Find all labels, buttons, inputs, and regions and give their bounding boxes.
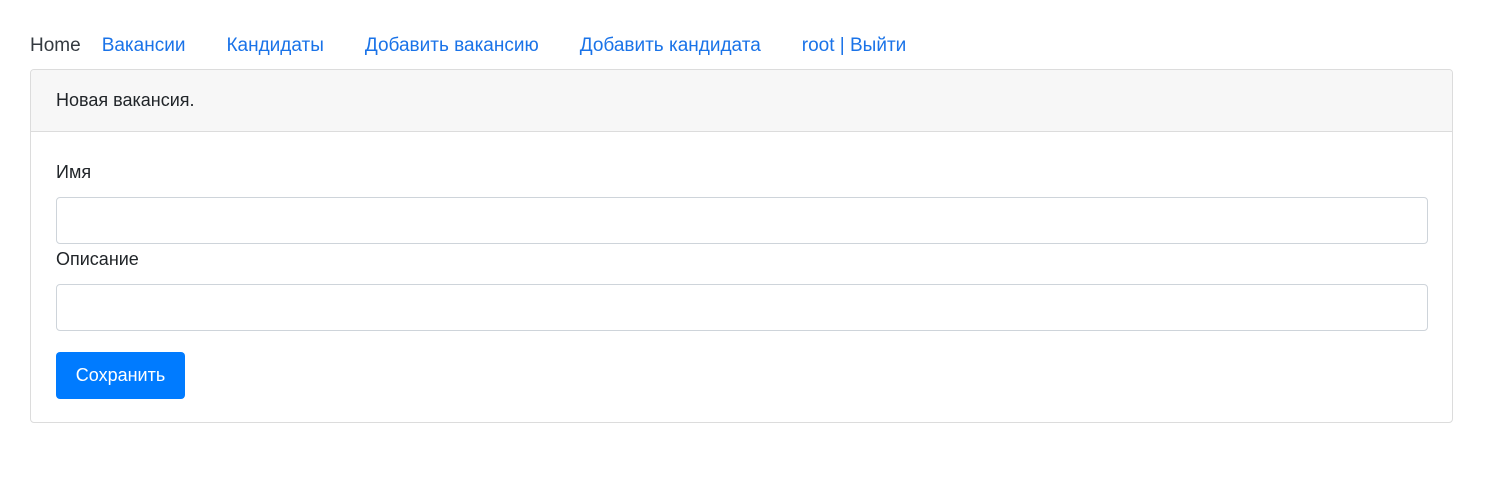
save-button[interactable]: Сохранить [56, 352, 185, 399]
nav-link-add-vacancy[interactable]: Добавить вакансию [365, 35, 539, 57]
name-input[interactable] [56, 197, 1428, 244]
card-title: Новая вакансия. [56, 90, 195, 110]
description-input[interactable] [56, 284, 1428, 331]
vacancy-form-card: Новая вакансия. Имя Описание Сохранить [30, 69, 1453, 423]
nav-link-candidates[interactable]: Кандидаты [226, 35, 323, 57]
description-label: Описание [56, 249, 139, 269]
card-header: Новая вакансия. [31, 70, 1452, 132]
nav-link-add-candidate[interactable]: Добавить кандидата [580, 35, 761, 57]
nav-link-vacancies[interactable]: Вакансии [102, 35, 186, 57]
nav-link-logout[interactable]: root | Выйти [802, 35, 907, 57]
page: Home Вакансии Кандидаты Добавить ваканси… [0, 0, 1501, 478]
name-label: Имя [56, 162, 92, 182]
nav-home-link[interactable]: Home [30, 35, 81, 57]
top-nav: Home Вакансии Кандидаты Добавить ваканси… [30, 33, 906, 59]
